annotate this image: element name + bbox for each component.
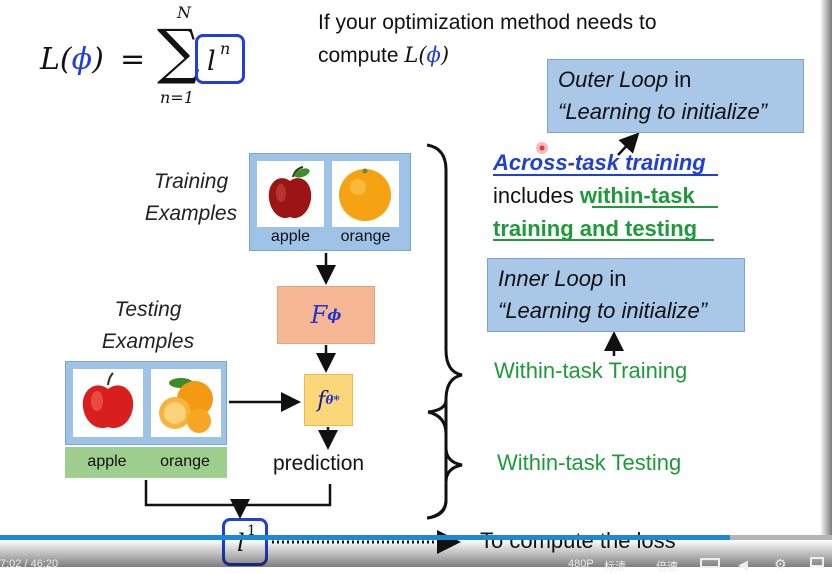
across-task-text: Across-task training includes within-tas… [493,146,706,245]
connector-to-loss [144,480,332,507]
inner-loop-subtitle: “Learning to initialize” [498,298,708,323]
volume-icon[interactable]: ◀ [738,557,748,573]
settings-icon[interactable]: ⚙ [774,556,787,573]
time-display: 7:02 / 46:20 [0,558,59,570]
within-task-testing-label: Within-task Testing [497,450,682,475]
across-task-title: Across-task training [493,150,706,175]
definition-button[interactable]: 标清 [604,558,626,574]
within-task-training-testing: training and testing [493,216,698,241]
within-training-brace-end [427,399,448,414]
outer-loop-box: Outer Loop in “Learning to initialize” [547,59,804,133]
within-task-training-label: Within-task Training [494,358,688,383]
outer-loop-title: Outer Loop [558,67,669,92]
right-edge-shadow [820,0,832,535]
outer-loop-subtitle: “Learning to initialize” [558,99,768,124]
fullscreen-icon[interactable] [810,557,824,567]
inner-loop-box: Inner Loop in “Learning to initialize” [487,258,745,332]
quality-button[interactable]: 480P [568,558,594,570]
slide: L(ϕ) = N ∑ n=1 l n If your optimization … [0,0,832,567]
inner-loop-title: Inner Loop [498,266,604,291]
speed-button[interactable]: 倍速 [656,558,678,574]
player-controls: 7:02 / 46:20 480P 标清 倍速 ◀ ⚙ [0,540,832,573]
